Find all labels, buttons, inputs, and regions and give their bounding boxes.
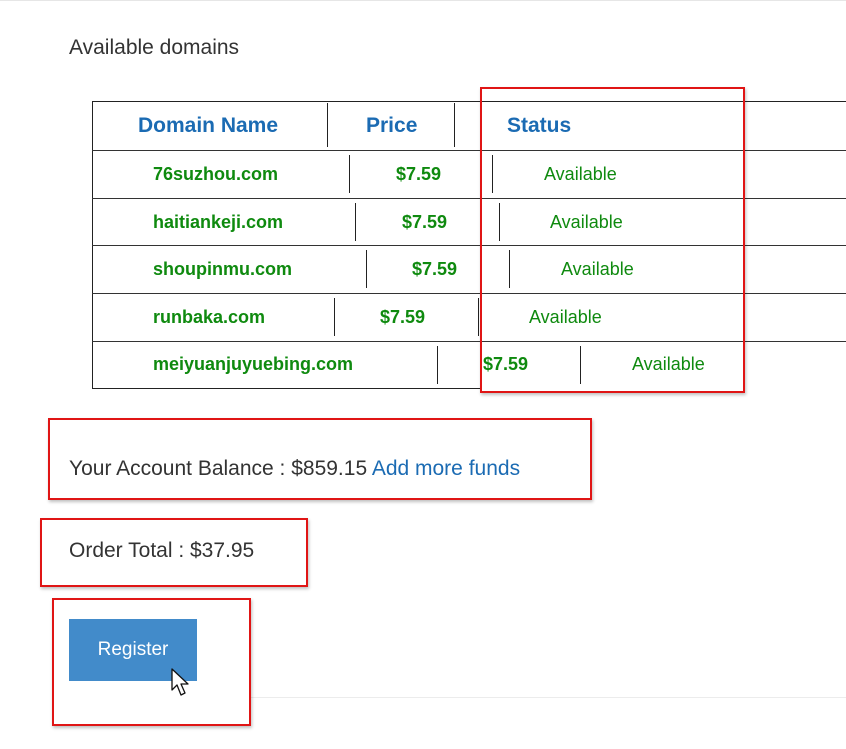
order-total-highlight xyxy=(40,518,308,587)
bottom-divider xyxy=(250,697,846,698)
balance-highlight xyxy=(48,418,592,500)
cell-divider xyxy=(355,203,356,241)
cell-divider xyxy=(334,298,335,336)
header-divider xyxy=(327,103,328,147)
cell-divider xyxy=(349,155,350,193)
column-header-price[interactable]: Price xyxy=(366,114,417,138)
register-highlight xyxy=(52,598,251,726)
domain-name: runbaka.com xyxy=(153,307,266,327)
domain-name: shoupinmu.com xyxy=(153,259,292,279)
page-title: Available domains xyxy=(69,36,240,59)
top-divider xyxy=(0,0,846,1)
domain-price: $7.59 xyxy=(412,259,458,279)
cell-divider xyxy=(366,250,367,288)
header-divider xyxy=(454,103,455,147)
mouse-pointer-icon xyxy=(171,668,189,696)
cell-divider xyxy=(437,346,438,384)
domain-price: $7.59 xyxy=(402,212,448,232)
domain-name: haitiankeji.com xyxy=(153,212,284,232)
status-column-highlight xyxy=(480,87,745,393)
column-header-domain[interactable]: Domain Name xyxy=(138,114,278,138)
domain-price: $7.59 xyxy=(396,164,442,184)
domain-name: meiyuanjuyuebing.com xyxy=(153,354,354,374)
table-bottom-border xyxy=(92,388,480,389)
domain-price: $7.59 xyxy=(380,307,426,327)
domain-name: 76suzhou.com xyxy=(153,164,279,184)
cell-divider xyxy=(478,298,479,336)
